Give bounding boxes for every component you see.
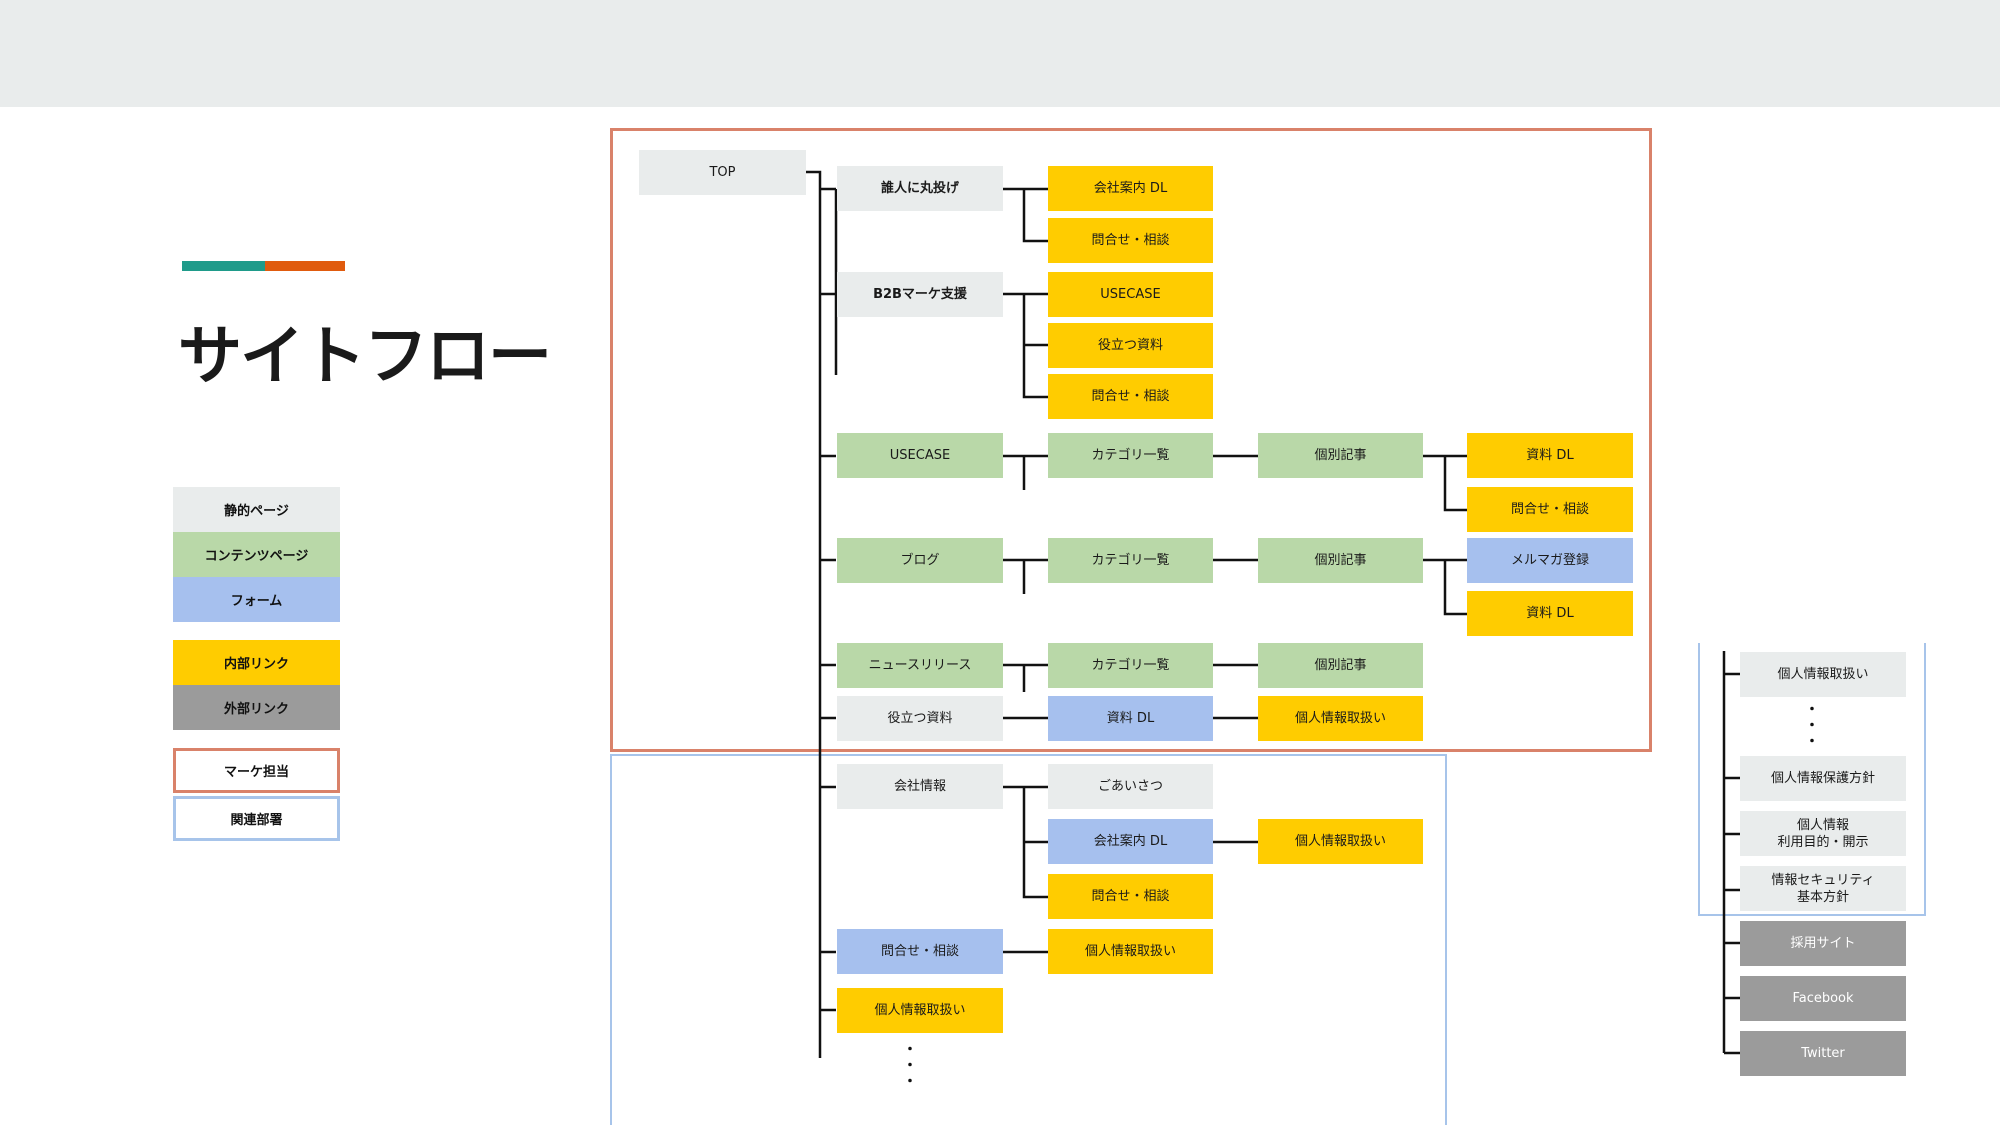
node-blog-category: カテゴリ一覧: [1048, 538, 1213, 583]
node-docs-privacy: 個人情報取扱い: [1258, 696, 1423, 741]
connector-b2b: [1003, 292, 1048, 399]
connector-maru: [1003, 187, 1048, 243]
node-usecase-contact: 問合せ・相談: [1467, 487, 1633, 532]
node-maru-contact: 問合せ・相談: [1048, 218, 1213, 263]
node-right-privacy: 個人情報取扱い: [1740, 652, 1906, 697]
right-ellipsis: ・ ・ ・: [1805, 702, 1819, 750]
node-company-dl: 会社案内 DL: [1048, 819, 1213, 864]
node-company-dl-privacy: 個人情報取扱い: [1258, 819, 1423, 864]
node-news-article: 個別記事: [1258, 643, 1423, 688]
node-usecase-category: カテゴリ一覧: [1048, 433, 1213, 478]
node-news: ニュースリリース: [837, 643, 1003, 688]
node-b2b: B2Bマーケ支援: [837, 272, 1003, 317]
node-b2b-docs: 役立つ資料: [1048, 323, 1213, 368]
node-right-recruit: 採用サイト: [1740, 921, 1906, 966]
node-docs: 役立つ資料: [837, 696, 1003, 741]
node-blog-mailmag: メルマガ登録: [1467, 538, 1633, 583]
connector-top: [806, 170, 822, 1058]
node-right-twitter: Twitter: [1740, 1031, 1906, 1076]
node-usecase-dl: 資料 DL: [1467, 433, 1633, 478]
node-company-greeting: ごあいさつ: [1048, 764, 1213, 809]
node-docs-dl: 資料 DL: [1048, 696, 1213, 741]
node-right-security: 情報セキュリティ 基本方針: [1740, 866, 1906, 911]
node-maru: 誰人に丸投げ: [837, 166, 1003, 211]
connector-trunk-branches: [820, 187, 836, 1012]
node-right-purpose: 個人情報 利用目的・開示: [1740, 811, 1906, 856]
node-b2b-usecase: USECASE: [1048, 272, 1213, 317]
node-blog-dl: 資料 DL: [1467, 591, 1633, 636]
node-contact-privacy: 個人情報取扱い: [1048, 929, 1213, 974]
connector-right: [1722, 651, 1740, 1055]
node-privacy: 個人情報取扱い: [837, 988, 1003, 1033]
node-maru-dl: 会社案内 DL: [1048, 166, 1213, 211]
node-usecase-article: 個別記事: [1258, 433, 1423, 478]
node-news-category: カテゴリ一覧: [1048, 643, 1213, 688]
node-right-policy: 個人情報保護方針: [1740, 756, 1906, 801]
node-right-facebook: Facebook: [1740, 976, 1906, 1021]
node-blog: ブログ: [837, 538, 1003, 583]
node-usecase: USECASE: [837, 433, 1003, 478]
more-pages-ellipsis: ・ ・ ・: [903, 1042, 917, 1090]
node-company-contact: 問合せ・相談: [1048, 874, 1213, 919]
node-top: TOP: [639, 150, 806, 195]
node-company: 会社情報: [837, 764, 1003, 809]
node-blog-article: 個別記事: [1258, 538, 1423, 583]
node-contact: 問合せ・相談: [837, 929, 1003, 974]
node-b2b-contact: 問合せ・相談: [1048, 374, 1213, 419]
